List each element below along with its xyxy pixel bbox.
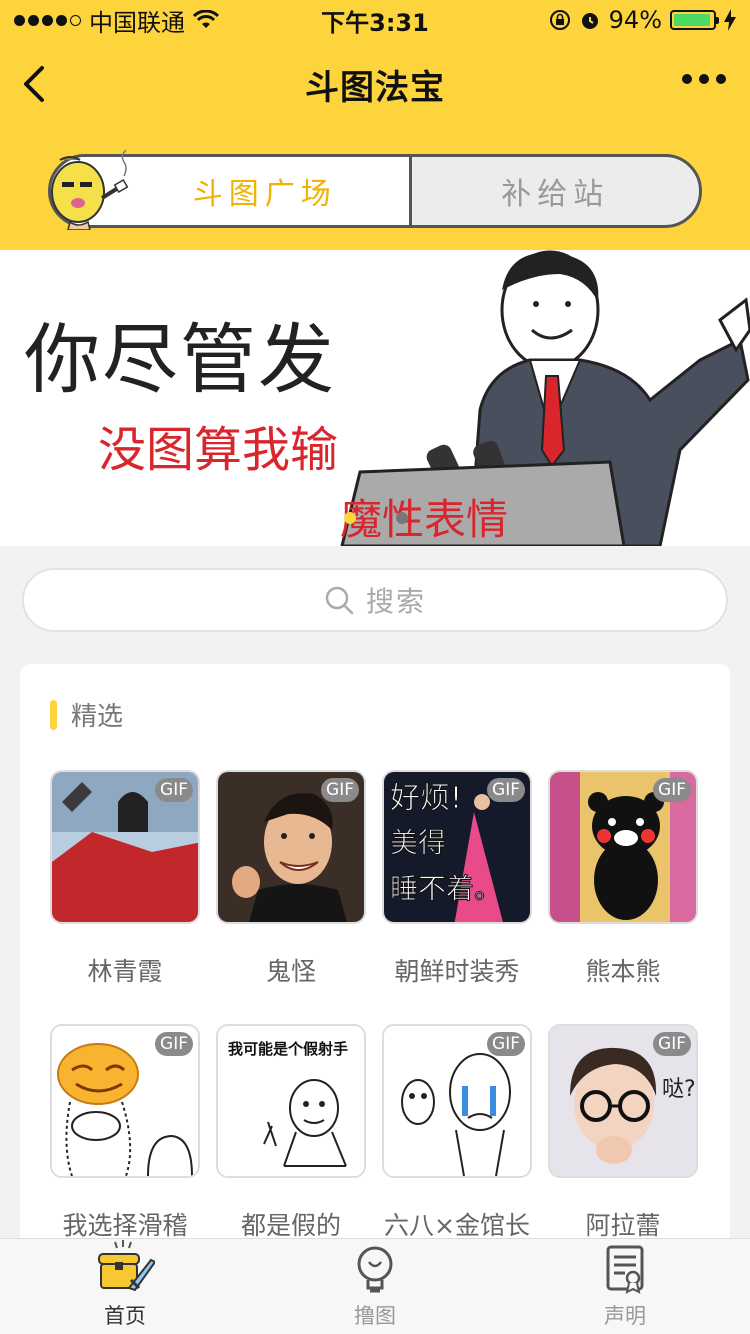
- wifi-icon: [193, 10, 219, 28]
- svg-text:好烦!: 好烦!: [390, 781, 462, 816]
- tab-statement[interactable]: 声明: [500, 1239, 750, 1334]
- sticker-thumbnail[interactable]: 好烦! 美得 睡不着。 GIF: [382, 770, 532, 924]
- segment-control: 斗图广场 补给站: [48, 154, 702, 228]
- mango-mascot-icon: [51, 149, 129, 230]
- gif-badge: GIF: [155, 1032, 193, 1056]
- more-options-icon[interactable]: [682, 74, 726, 84]
- charging-bolt-icon: [724, 9, 736, 31]
- sticker-item[interactable]: GIF 林青霞: [50, 770, 200, 988]
- signal-strength-icon: [14, 14, 81, 26]
- tab-browse[interactable]: 撸图: [250, 1239, 500, 1334]
- search-bar[interactable]: 搜索: [22, 568, 728, 632]
- sticker-item[interactable]: 我可能是个假射手 都是假的: [216, 1024, 366, 1242]
- section-header: 精选: [50, 696, 123, 733]
- sticker-item[interactable]: 好烦! 美得 睡不着。 GIF 朝鲜时装秀: [382, 770, 532, 988]
- gif-badge: GIF: [321, 778, 359, 802]
- gif-badge: GIF: [155, 778, 193, 802]
- tab-supply-station[interactable]: 补给站: [412, 157, 700, 225]
- gif-badge: GIF: [653, 1032, 691, 1056]
- sticker-item[interactable]: GIF 六八×金馆长: [382, 1024, 532, 1242]
- lightbulb-icon: [357, 1246, 393, 1293]
- battery-percent: 94%: [608, 6, 662, 34]
- section-accent-bar: [50, 699, 57, 730]
- pager-dot-active[interactable]: [344, 512, 356, 524]
- rotation-lock-icon: [549, 10, 570, 30]
- page-title: 斗图法宝: [305, 67, 445, 108]
- navigation-bar: 斗图法宝: [0, 40, 750, 128]
- thumbnail-caption: 我可能是个假射手: [228, 1040, 348, 1058]
- section-title: 精选: [71, 702, 124, 732]
- sticker-item[interactable]: GIF 熊本熊: [548, 770, 698, 988]
- svg-text:睡不着。: 睡不着。: [390, 872, 502, 905]
- sticker-thumbnail[interactable]: GIF: [548, 770, 698, 924]
- sticker-label: 朝鲜时装秀: [394, 957, 520, 986]
- sticker-label: 阿拉蕾: [585, 1211, 661, 1240]
- sticker-item[interactable]: 哒? GIF 阿拉蕾: [548, 1024, 698, 1242]
- sticker-label: 林青霞: [87, 957, 163, 986]
- sticker-label: 六八×金馆长: [384, 1211, 530, 1240]
- gif-badge: GIF: [487, 778, 525, 802]
- tab-home[interactable]: 首页: [0, 1239, 250, 1334]
- sticker-label: 都是假的: [240, 1211, 341, 1240]
- sticker-thumbnail[interactable]: 哒? GIF: [548, 1024, 698, 1178]
- search-placeholder: 搜索: [365, 585, 426, 618]
- featured-card: 精选 GIF 林青霞 GIF 鬼怪 好烦! 美得 睡不着。 GIF 朝鲜时装秀 …: [20, 664, 730, 1304]
- sticker-label: 我选择滑稽: [62, 1211, 188, 1240]
- tab-label: 首页: [104, 1304, 146, 1328]
- battery-icon: [670, 10, 719, 30]
- sticker-item[interactable]: GIF 我选择滑稽: [50, 1024, 200, 1242]
- sticker-item[interactable]: GIF 鬼怪: [216, 770, 366, 988]
- thumbnail-caption: 哒?: [662, 1077, 696, 1102]
- tab-label: 声明: [604, 1304, 646, 1328]
- tab-label: 撸图: [354, 1304, 396, 1328]
- carrier-name: 中国联通: [89, 8, 185, 37]
- gif-badge: GIF: [487, 1032, 525, 1056]
- gif-badge: GIF: [653, 778, 691, 802]
- sticker-label: 熊本熊: [585, 957, 661, 986]
- sticker-thumbnail[interactable]: GIF: [50, 1024, 200, 1178]
- sticker-thumbnail[interactable]: GIF: [216, 770, 366, 924]
- status-bar: 中国联通 下午3:31 94%: [0, 0, 750, 40]
- banner-pager: [344, 512, 408, 524]
- pager-dot[interactable]: [396, 512, 408, 524]
- promo-banner[interactable]: 你尽管发 没图算我输 魔性表情: [0, 250, 750, 546]
- sticker-thumbnail[interactable]: GIF: [382, 1024, 532, 1178]
- svg-text:美得: 美得: [390, 826, 446, 859]
- bottom-tab-bar: 首页 撸图 声明: [0, 1238, 750, 1334]
- search-icon: [325, 586, 354, 615]
- sticker-thumbnail[interactable]: 我可能是个假射手: [216, 1024, 366, 1178]
- alarm-icon: [581, 13, 598, 29]
- treasure-chest-icon: [98, 1240, 155, 1292]
- sticker-label: 鬼怪: [265, 957, 316, 986]
- back-arrow-icon[interactable]: [18, 62, 58, 106]
- certificate-icon: [606, 1245, 644, 1294]
- sticker-thumbnail[interactable]: GIF: [50, 770, 200, 924]
